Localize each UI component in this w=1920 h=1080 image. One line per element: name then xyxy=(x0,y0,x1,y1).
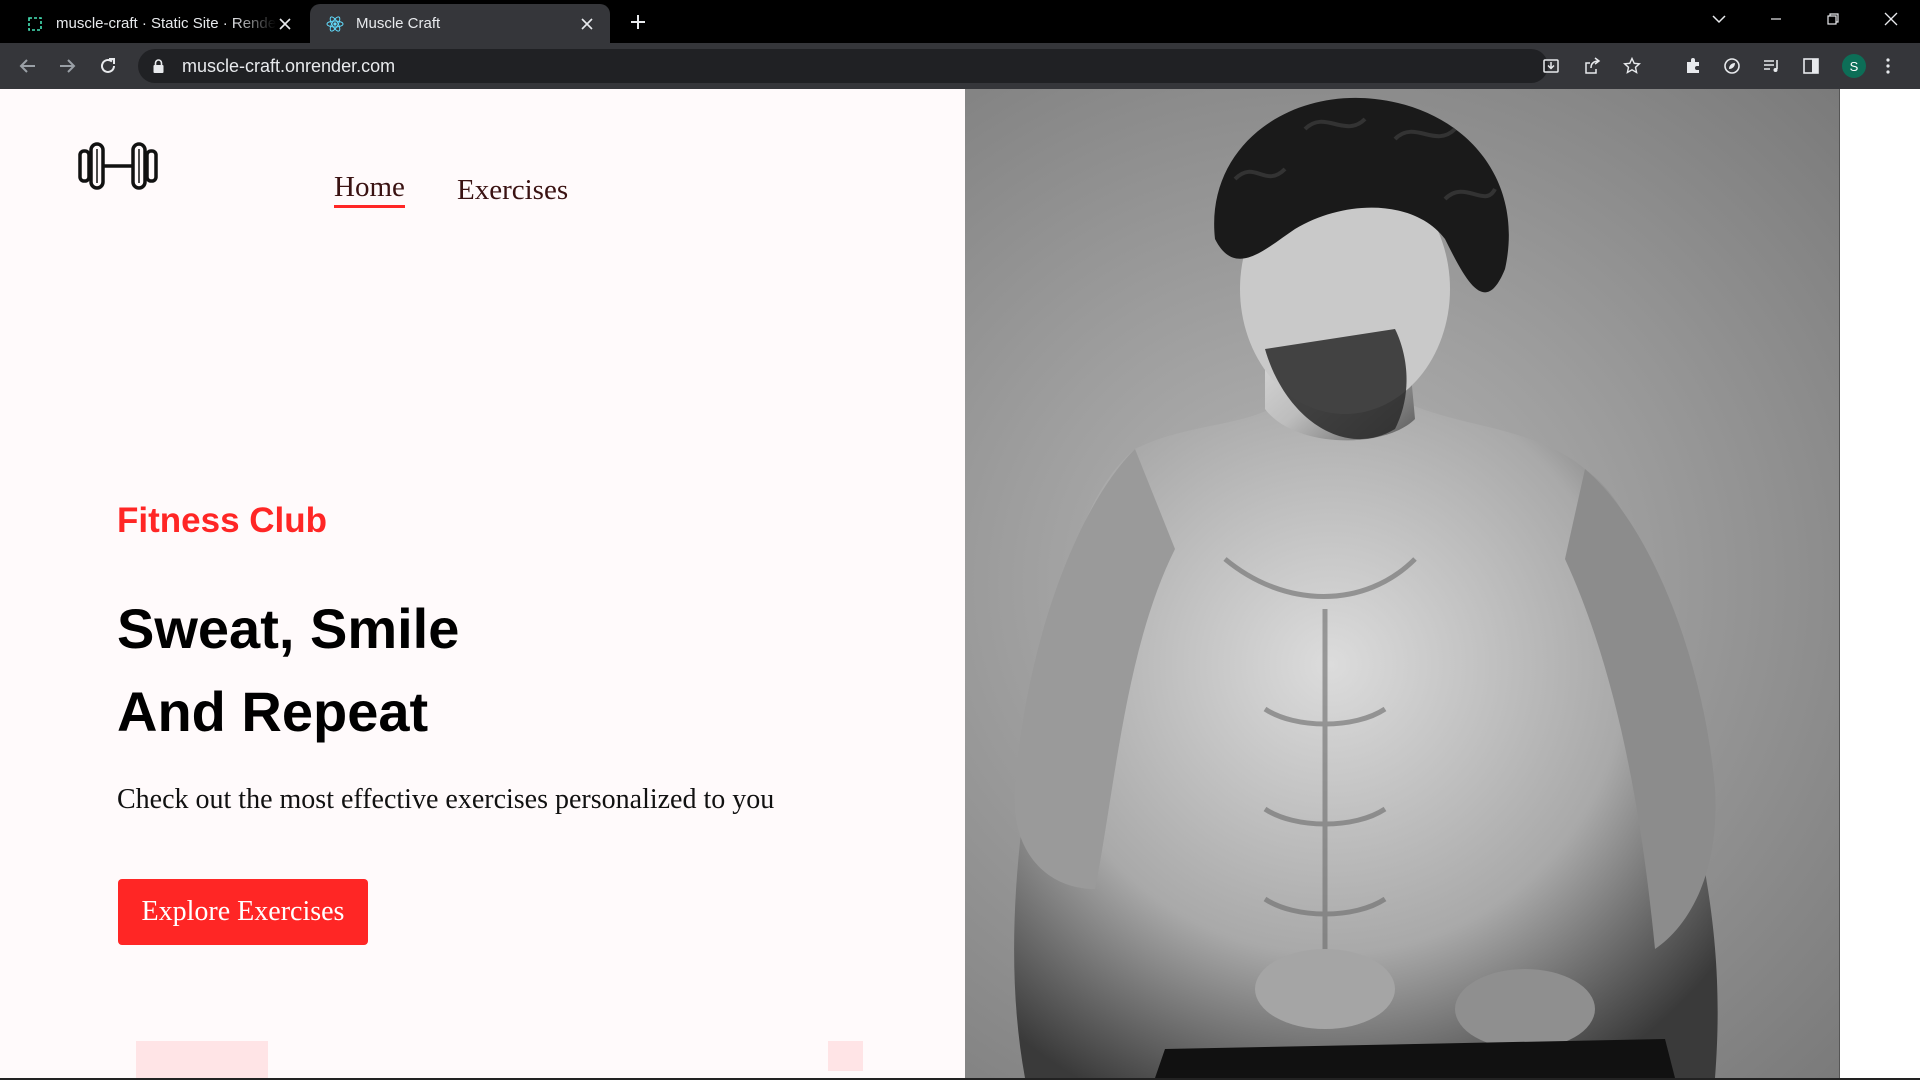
install-app-icon[interactable] xyxy=(1540,55,1562,77)
close-tab-icon[interactable] xyxy=(578,15,596,33)
restore-icon xyxy=(1827,13,1839,25)
browser-tab-strip: muscle-craft · Static Site · Render Musc… xyxy=(0,0,1920,43)
tab-title: Muscle Craft xyxy=(356,15,441,32)
plus-icon xyxy=(631,15,645,29)
share-icon[interactable] xyxy=(1581,55,1603,77)
forward-button[interactable] xyxy=(53,52,81,80)
media-controls-icon[interactable] xyxy=(1760,54,1784,78)
minimize-icon xyxy=(1771,18,1781,20)
tab-search-button[interactable] xyxy=(1696,0,1742,38)
url-text: muscle-craft.onrender.com xyxy=(182,55,396,76)
react-icon xyxy=(326,15,344,33)
page-blank-area xyxy=(1839,89,1920,1078)
bookmark-star-icon[interactable] xyxy=(1621,55,1643,77)
hero-headline-line2: And Repeat xyxy=(117,680,429,743)
hero-banner-image xyxy=(965,89,1839,1078)
extension-leaf-icon[interactable] xyxy=(1720,54,1744,78)
minimize-button[interactable] xyxy=(1753,0,1799,38)
decorative-block xyxy=(136,1041,268,1078)
new-tab-button[interactable] xyxy=(624,8,652,36)
chevron-down-icon xyxy=(1712,15,1726,24)
render-icon xyxy=(26,15,44,33)
hero-subtext: Check out the most effective exercises p… xyxy=(117,784,775,815)
arrow-right-icon xyxy=(60,59,76,73)
close-icon xyxy=(1884,12,1898,26)
restore-button[interactable] xyxy=(1810,0,1856,38)
dumbbell-icon[interactable] xyxy=(78,141,158,191)
nav-exercises-link[interactable]: Exercises xyxy=(457,174,568,207)
nav-home-link[interactable]: Home xyxy=(334,171,405,208)
back-button[interactable] xyxy=(14,52,42,80)
explore-exercises-button[interactable]: Explore Exercises xyxy=(118,879,368,945)
close-tab-icon[interactable] xyxy=(276,15,294,33)
browser-toolbar: muscle-craft.onrender.com xyxy=(0,43,1920,89)
menu-dots-icon[interactable] xyxy=(1876,54,1900,78)
reload-button[interactable] xyxy=(94,52,122,80)
address-bar[interactable]: muscle-craft.onrender.com xyxy=(138,49,1641,83)
lock-icon[interactable] xyxy=(153,58,167,74)
tab-muscle-craft[interactable]: Muscle Craft xyxy=(310,4,610,43)
profile-avatar[interactable]: S xyxy=(1842,54,1866,78)
arrow-left-icon xyxy=(19,59,35,73)
side-panel-icon[interactable] xyxy=(1799,54,1823,78)
hero-headline-line1: Sweat, Smile xyxy=(117,597,460,660)
webpage-viewport: Home Exercises Fitness Club Sweat, Smile… xyxy=(0,89,1920,1078)
hero-text-section: Home Exercises Fitness Club Sweat, Smile… xyxy=(0,89,965,1078)
extensions-icon[interactable] xyxy=(1681,54,1705,78)
reload-icon xyxy=(101,58,115,73)
tab-render-dashboard[interactable]: muscle-craft · Static Site · Render xyxy=(8,4,308,43)
decorative-block xyxy=(828,1041,863,1071)
tab-title: muscle-craft · Static Site · Render xyxy=(56,15,276,32)
close-window-button[interactable] xyxy=(1868,0,1914,38)
hero-tagline: Fitness Club xyxy=(117,501,328,540)
